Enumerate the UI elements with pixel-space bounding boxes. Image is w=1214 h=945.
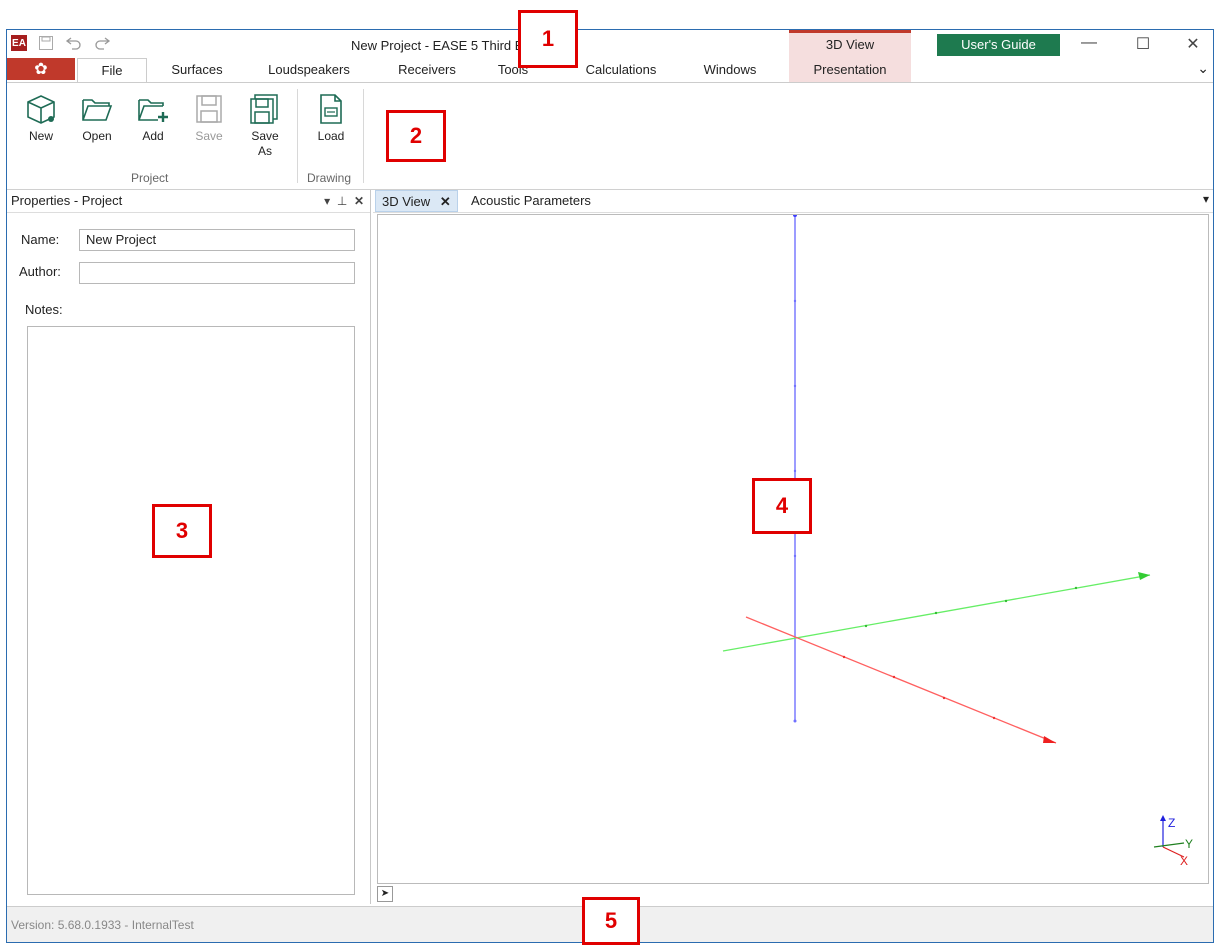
select-cursor-icon[interactable]: ➤: [377, 886, 393, 902]
callout-1: 1: [518, 10, 578, 68]
callout-4: 4: [752, 478, 812, 534]
pin-icon[interactable]: ⊥: [337, 194, 347, 208]
save-icon[interactable]: [37, 34, 55, 52]
load-button[interactable]: Load: [309, 89, 353, 143]
callout-3: 3: [152, 504, 212, 558]
document-tabs: 3D View ✕ Acoustic Parameters ▾: [373, 190, 1213, 213]
save-as-button-label: Save As: [251, 129, 279, 158]
window-title: New Project - EASE 5 Third E: [351, 38, 524, 53]
group-label-drawing: Drawing: [307, 171, 352, 185]
ribbon-tabs: ✿ File Surfaces Loudspeakers Receivers T…: [7, 58, 1213, 82]
y-axis-arrow: [1138, 572, 1150, 580]
tab-3d-view-label: 3D View: [382, 194, 431, 209]
folder-add-icon: [131, 89, 175, 129]
load-drawing-icon: [309, 89, 353, 129]
panel-menu-chevron-icon[interactable]: ▾: [324, 194, 330, 208]
tab-3d-view[interactable]: 3D View ✕: [375, 190, 458, 212]
tab-surfaces[interactable]: Surfaces: [159, 58, 235, 82]
undo-icon[interactable]: [65, 34, 83, 52]
ribbon-panel: New Open Add Save Save As Load Project D…: [7, 82, 1213, 190]
name-field[interactable]: New Project: [79, 229, 355, 251]
callout-5: 5: [582, 897, 640, 945]
3d-viewport[interactable]: Z Y X: [377, 213, 1209, 884]
maximize-button[interactable]: ☐: [1123, 34, 1163, 54]
users-guide-button[interactable]: User's Guide: [937, 34, 1060, 56]
save-icon: [187, 89, 231, 129]
new-button[interactable]: New: [19, 89, 63, 143]
document-area: 3D View ✕ Acoustic Parameters ▾ Z Y X ➤: [373, 190, 1213, 904]
tabs-overflow-icon[interactable]: ▾: [1203, 192, 1209, 206]
notes-textarea[interactable]: [27, 326, 355, 895]
3d-axes-canvas: Z Y X: [722, 213, 1193, 868]
gizmo-z-label: Z: [1168, 816, 1175, 830]
context-tab-group-label: 3D View: [789, 30, 911, 58]
panel-controls: ▾ ⊥ ✕: [324, 190, 364, 212]
group-label-project: Project: [131, 171, 169, 185]
title-bar: EA New Project - EASE 5 Third E 3D View …: [7, 30, 1213, 58]
x-axis-arrow: [1043, 736, 1056, 743]
quick-access-toolbar: EA: [11, 34, 111, 52]
notes-label: Notes:: [25, 302, 63, 317]
author-label: Author:: [19, 264, 61, 279]
save-as-icon: [243, 89, 287, 129]
tab-loudspeakers[interactable]: Loudspeakers: [259, 58, 359, 82]
minimize-button[interactable]: —: [1069, 34, 1109, 52]
group-separator: [363, 89, 364, 183]
properties-panel-title: Properties - Project: [11, 193, 123, 208]
tab-file[interactable]: File: [77, 58, 147, 82]
z-axis-tip: [793, 213, 797, 217]
ribbon-collapse-chevron-icon[interactable]: ⌄: [1197, 60, 1209, 77]
gizmo-y-label: Y: [1185, 837, 1193, 851]
new-cube-icon: [19, 89, 63, 129]
add-button-label: Add: [142, 129, 164, 143]
tab-presentation[interactable]: Presentation: [789, 58, 911, 82]
name-label: Name:: [21, 232, 60, 247]
open-button[interactable]: Open: [75, 89, 119, 143]
open-button-label: Open: [82, 129, 112, 143]
tab-receivers[interactable]: Receivers: [387, 58, 467, 82]
add-button[interactable]: Add: [131, 89, 175, 143]
version-text: Version: 5.68.0.1933 - InternalTest: [11, 918, 194, 932]
close-button[interactable]: ✕: [1173, 34, 1213, 54]
save-button[interactable]: Save: [187, 89, 231, 143]
callout-2: 2: [386, 110, 446, 162]
x-axis-line: [745, 616, 1057, 744]
save-as-button[interactable]: Save As: [243, 89, 287, 159]
app-window: EA New Project - EASE 5 Third E 3D View …: [6, 29, 1214, 943]
properties-panel-header: Properties - Project ▾ ⊥ ✕: [7, 190, 370, 213]
tab-calculations[interactable]: Calculations: [573, 58, 669, 82]
tab-windows[interactable]: Windows: [693, 58, 767, 82]
author-field[interactable]: [79, 262, 355, 284]
panel-close-icon[interactable]: ✕: [354, 194, 364, 208]
gizmo-x-label: X: [1180, 854, 1188, 868]
redo-icon[interactable]: [93, 34, 111, 52]
load-button-label: Load: [317, 129, 345, 143]
save-button-label: Save: [195, 129, 223, 143]
tab-close-icon[interactable]: ✕: [440, 194, 451, 209]
settings-gear-icon[interactable]: ✿: [7, 58, 75, 80]
group-separator: [297, 89, 298, 183]
app-logo-icon: EA: [11, 35, 27, 51]
folder-open-icon: [75, 89, 119, 129]
new-button-label: New: [28, 129, 53, 143]
tab-acoustic-parameters[interactable]: Acoustic Parameters: [465, 190, 597, 212]
